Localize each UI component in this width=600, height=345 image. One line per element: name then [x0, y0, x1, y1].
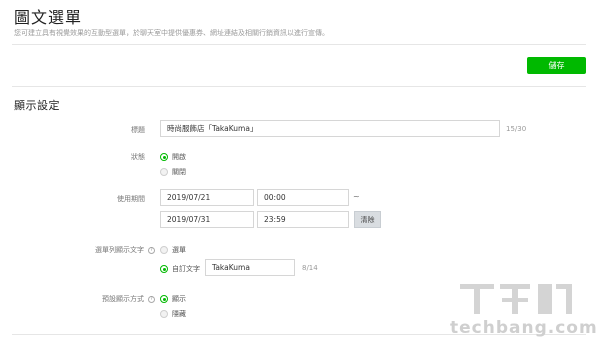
status-on-label: 開啟: [172, 153, 186, 161]
radio-unselected-icon: [160, 168, 168, 176]
display-radio-show[interactable]: 顯示: [160, 294, 186, 304]
menu-text-radio-custom[interactable]: 自訂文字: [160, 264, 200, 274]
status-off-label: 關閉: [172, 168, 186, 176]
start-time-input[interactable]: 00:00: [257, 189, 349, 206]
question-circle-icon[interactable]: ?: [148, 246, 155, 254]
menu-text-label: 選單列顯示文字: [95, 246, 144, 254]
period-label: 使用期間: [117, 195, 145, 203]
header-divider: [12, 44, 586, 45]
title-input[interactable]: 時尚服飾店「TakaKuma」: [160, 120, 500, 137]
menu-text-custom-label: 自訂文字: [172, 265, 200, 273]
range-separator: ~: [353, 192, 360, 201]
menu-text-default-label: 選單: [172, 246, 186, 254]
page-title: 圖文選單: [14, 8, 83, 27]
status-radio-on[interactable]: 開啟: [160, 152, 186, 162]
section-title: 顯示設定: [14, 99, 60, 112]
menu-text-counter: 8/14: [302, 264, 318, 272]
menu-text-radio-default[interactable]: 選單: [160, 245, 186, 255]
page-description: 您可建立具有視覺效果的互動型選單，於聊天室中提供優惠券、網址連結及相關行銷資訊以…: [14, 29, 329, 37]
radio-selected-icon: [160, 265, 168, 273]
title-label: 標題: [131, 126, 145, 134]
radio-selected-icon: [160, 153, 168, 161]
start-date-input[interactable]: 2019/07/21: [160, 189, 254, 206]
radio-unselected-icon: [160, 246, 168, 254]
status-radio-off[interactable]: 關閉: [160, 167, 186, 177]
toolbar-divider: [12, 86, 586, 87]
end-time-input[interactable]: 23:59: [257, 211, 349, 228]
display-show-label: 顯示: [172, 295, 186, 303]
save-button[interactable]: 儲存: [527, 57, 586, 74]
status-label: 狀態: [131, 153, 145, 161]
default-display-label: 預設顯示方式: [102, 295, 144, 303]
question-circle-icon[interactable]: ?: [148, 295, 155, 303]
menu-text-input[interactable]: TakaKuma: [205, 259, 295, 276]
display-hide-label: 隱藏: [172, 310, 186, 318]
display-radio-hide[interactable]: 隱藏: [160, 309, 186, 319]
default-display-label-wrap: 預設顯示方式?: [102, 294, 155, 304]
clear-button[interactable]: 清除: [354, 211, 381, 228]
end-date-input[interactable]: 2019/07/31: [160, 211, 254, 228]
watermark-text: techbang.com: [450, 318, 598, 338]
title-counter: 15/30: [506, 125, 527, 133]
menu-text-label-wrap: 選單列顯示文字?: [95, 245, 155, 255]
radio-unselected-icon: [160, 310, 168, 318]
radio-selected-icon: [160, 295, 168, 303]
